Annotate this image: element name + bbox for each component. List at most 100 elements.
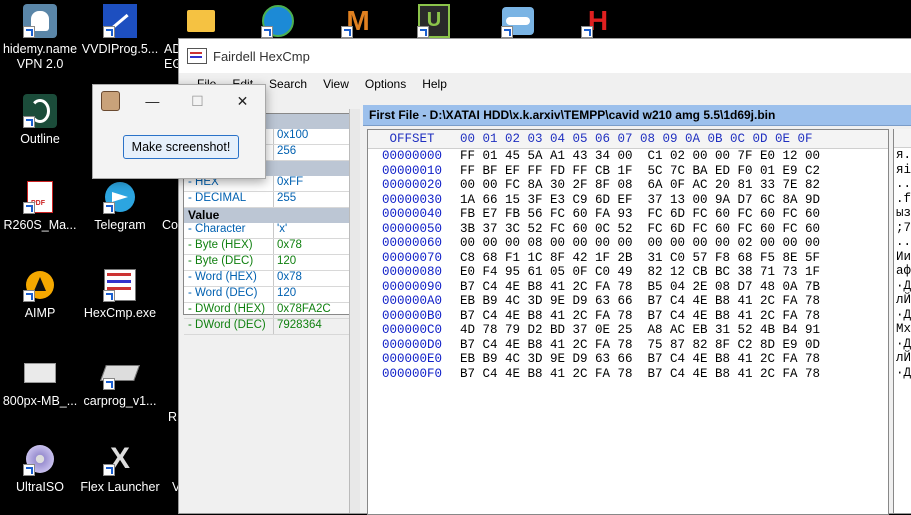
hex-row-offset: 000000B0 [381, 308, 442, 323]
ascii-row: ·ДN [896, 307, 911, 322]
desktop-icon-label: carprog_v1... [83, 394, 157, 408]
desktop-icon-label: Outline [20, 132, 60, 146]
ultraiso-icon [23, 442, 57, 476]
maximize-button[interactable]: ☐ [175, 93, 220, 110]
menu-options[interactable]: Options [357, 77, 414, 91]
desktop-icon-hidemy[interactable]: hidemy.name VPN 2.0 [0, 4, 80, 72]
desktop-icon-label: VVDIProg.5... [81, 42, 159, 56]
ascii-row: Мху [896, 322, 911, 336]
byte-columns-header: 00 01 02 03 04 05 06 07 08 09 0A 0B 0C 0… [460, 132, 813, 146]
hex-row[interactable]: 000000C0 4D 78 79 D2 BD 37 0E 25 A8 AC EB… [368, 323, 888, 338]
desktop-icon-vvdiprog[interactable]: VVDIProg.5... [80, 4, 160, 57]
dialog-titlebar[interactable]: — ☐ ✕ [93, 85, 265, 117]
minimize-button[interactable]: — [130, 93, 175, 109]
hex-row-bytes: 4D 78 79 D2 BD 37 0E 25 A8 AC EB 31 52 4… [460, 323, 821, 337]
car-app-icon [501, 4, 535, 38]
hex-row-offset: 00000010 [381, 163, 442, 178]
pdf-icon: PDF [23, 180, 57, 214]
offset-header: OFFSET [389, 132, 435, 146]
hex-row-offset: 00000050 [381, 221, 442, 236]
menu-help[interactable]: Help [414, 77, 455, 91]
desktop-icon-carprog[interactable]: carprog_v1... [80, 356, 160, 409]
hex-row-offset: 000000E0 [381, 352, 442, 366]
panel-row-word-dec[interactable]: - Word (DEC) 120 [184, 287, 354, 303]
desktop-icon-hexcmp[interactable]: HexCmp.exe [80, 268, 160, 321]
hex-row[interactable]: 00000020 00 00 FC 8A 30 2F 8F 08 6A 0F AC… [368, 178, 888, 193]
hex-row-offset: 000000A0 [381, 294, 442, 308]
desktop-icon-globe-app[interactable] [238, 4, 318, 42]
vvdi-icon [103, 4, 137, 38]
panel-row-dword-dec[interactable]: - DWord (DEC) 7928364 [184, 319, 354, 335]
desktop-icon-car-app[interactable] [478, 4, 558, 42]
hex-row[interactable]: 00000040 FB E7 FB 56 FC 60 FA 93 FC 6D FC… [368, 207, 888, 222]
hex-row-bytes: B7 C4 4E B8 41 2C FA 78 B5 04 2E 08 D7 4… [460, 279, 821, 294]
panel-scrollbar[interactable] [349, 109, 360, 513]
desktop-icon-label: R260S_Ma... [3, 218, 77, 232]
make-screenshot-button[interactable]: Make screenshot! [123, 135, 239, 159]
ascii-row: лЙL [896, 351, 911, 365]
hex-row-bytes: 00 00 00 08 00 00 00 00 00 00 00 00 02 0… [460, 236, 821, 250]
desktop-icon-m-app[interactable]: M [318, 4, 398, 42]
desktop-icon-800px[interactable]: 800px-MB_... [0, 356, 80, 409]
ascii-row: ·ДN [896, 336, 911, 351]
panel-row[interactable]: - DECIMAL 255 [184, 192, 354, 208]
hex-view[interactable]: OFFSET 00 01 02 03 04 05 06 07 08 09 0A … [367, 129, 889, 515]
folder-icon [184, 4, 218, 38]
hex-row[interactable]: 00000080 E0 F4 95 61 05 0F C0 49 82 12 CB… [368, 265, 888, 280]
hex-row[interactable]: 00000050 3B 37 3C 52 FC 60 0C 52 FC 6D FC… [368, 222, 888, 237]
panel-row-word-hex[interactable]: - Word (HEX) 0x78 [184, 271, 354, 287]
desktop-icon-outline[interactable]: Outline [0, 94, 80, 147]
hex-row[interactable]: 00000060 00 00 00 08 00 00 00 00 00 00 00… [368, 236, 888, 251]
h-app-icon: H [581, 4, 615, 38]
panel-row-dword-hex[interactable]: - DWord (HEX) 0x78FA2C [184, 303, 354, 319]
desktop-icon-r260s[interactable]: PDF R260S_Ma... [0, 180, 80, 233]
file-header: First File - D:\XATAI HDD\x.k.arxiv\TEMP… [363, 105, 911, 126]
desktop-icon-label: hidemy.name VPN 2.0 [2, 42, 78, 71]
hex-row-offset: 00000060 [381, 236, 442, 250]
ascii-row: ·ДN [896, 278, 911, 293]
hex-row-offset: 00000090 [381, 279, 442, 294]
panel-row-byte-hex[interactable]: - Byte (HEX) 0x78 [184, 239, 354, 255]
ascii-row: Иис [896, 249, 911, 264]
panel-row-character[interactable]: - Character'x' [184, 223, 354, 239]
hex-row[interactable]: 000000F0 B7 C4 4E B8 41 2C FA 78 B7 C4 4E… [368, 367, 888, 382]
hex-row-bytes: EB B9 4C 3D 9E D9 63 66 B7 C4 4E B8 41 2… [460, 294, 821, 308]
hex-row[interactable]: 000000A0 EB B9 4C 3D 9E D9 63 66 B7 C4 4E… [368, 294, 888, 309]
desktop-icon-label: AIMP [24, 306, 56, 320]
dialog-app-icon [101, 91, 120, 111]
hexcmp-icon [103, 268, 137, 302]
ascii-view[interactable]: я.Eяіп..ь.f.ызы;7<...Иисаф•·ДNлЙL·ДNМху·… [893, 129, 911, 513]
hex-row-offset: 00000070 [381, 250, 442, 265]
ascii-rows: я.Eяіп..ь.f.ызы;7<...Иисаф•·ДNлЙL·ДNМху·… [894, 148, 911, 380]
menu-search[interactable]: Search [261, 77, 315, 91]
desktop-icon-flexlauncher[interactable]: X Flex Launcher [80, 442, 160, 495]
hex-row[interactable]: 000000D0 B7 C4 4E B8 41 2C FA 78 75 87 82… [368, 338, 888, 353]
ascii-row: ..ь [896, 177, 911, 191]
hex-row-bytes: C8 68 F1 1C 8F 42 1F 2B 31 C0 57 F8 68 F… [460, 250, 821, 265]
hex-row[interactable]: 000000B0 B7 C4 4E B8 41 2C FA 78 B7 C4 4E… [368, 309, 888, 324]
hex-row-bytes: B7 C4 4E B8 41 2C FA 78 75 87 82 8F C2 8… [460, 337, 821, 352]
hex-row[interactable]: 00000030 1A 66 15 3F E3 C9 6D EF 37 13 00… [368, 193, 888, 208]
desktop-icon-h-app[interactable]: H [558, 4, 638, 42]
window-titlebar[interactable]: Fairdell HexCmp [179, 39, 911, 73]
desktop-icon-aimp[interactable]: AIMP [0, 268, 80, 321]
menu-view[interactable]: View [315, 77, 357, 91]
close-button[interactable]: ✕ [220, 93, 265, 110]
window-title: Fairdell HexCmp [213, 48, 310, 64]
hex-row[interactable]: 00000090 B7 C4 4E B8 41 2C FA 78 B5 04 2E… [368, 280, 888, 295]
desktop-icon-u-app[interactable]: U [394, 4, 474, 42]
window-client: 0x100 256 - HEX 0xFF - DECIMAL 255 Value -… [179, 105, 911, 515]
panel-row-byte-dec[interactable]: - Byte (DEC) 120 [184, 255, 354, 271]
hex-row-bytes: E0 F4 95 61 05 0F C0 49 82 12 CB BC 38 7… [460, 265, 821, 279]
screenshot-dialog: — ☐ ✕ Make screenshot! [92, 84, 266, 179]
desktop-icon-telegram[interactable]: Telegram [80, 180, 160, 233]
hex-row[interactable]: 00000000 FF 01 45 5A A1 43 34 00 C1 02 00… [368, 149, 888, 164]
flex-launcher-icon: X [103, 442, 137, 476]
hex-rows: 00000000 FF 01 45 5A A1 43 34 00 C1 02 00… [368, 149, 888, 381]
hex-row-bytes: FB E7 FB 56 FC 60 FA 93 FC 6D FC 60 FC 6… [460, 207, 821, 221]
hex-row[interactable]: 000000E0 EB B9 4C 3D 9E D9 63 66 B7 C4 4E… [368, 352, 888, 367]
hex-row[interactable]: 00000010 FF BF EF FF FD FF CB 1F 5C 7C BA… [368, 164, 888, 179]
ascii-header [894, 129, 911, 148]
desktop-icon-ultraiso[interactable]: UltraISO [0, 442, 80, 495]
hex-row[interactable]: 00000070 C8 68 F1 1C 8F 42 1F 2B 31 C0 57… [368, 251, 888, 266]
